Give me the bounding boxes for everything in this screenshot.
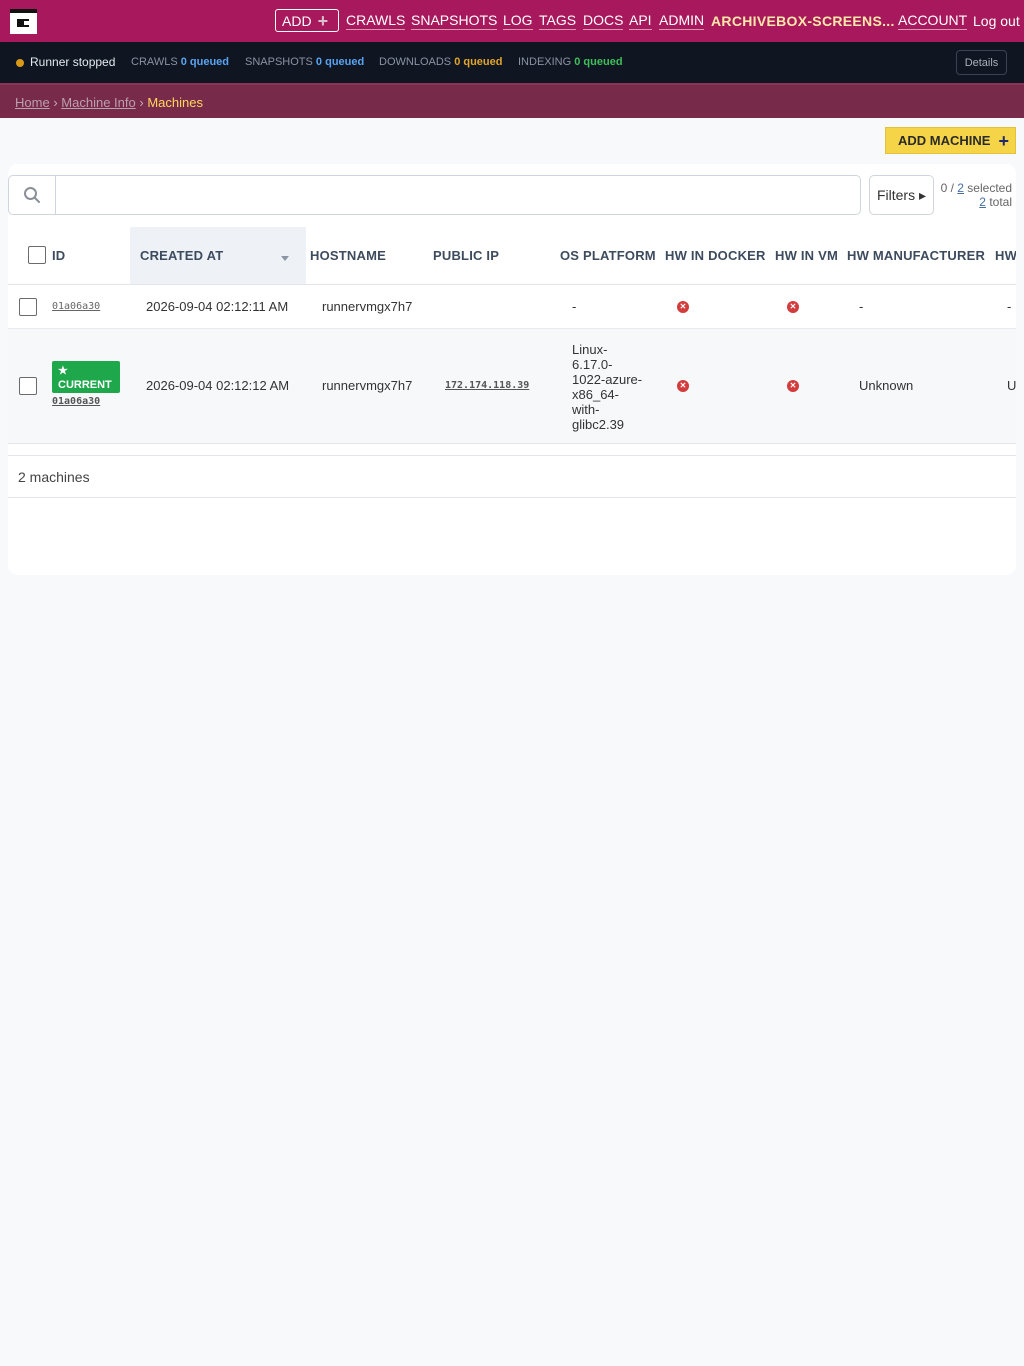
selected-count-link[interactable]: 2 bbox=[957, 181, 964, 195]
row-checkbox[interactable] bbox=[19, 377, 37, 395]
selection-info: 0 / 2 selected 2 total bbox=[940, 181, 1012, 209]
created-at: 2026-09-04 02:12:11 AM bbox=[146, 299, 289, 314]
snapshots-status: SNAPSHOTS 0 queued bbox=[245, 56, 365, 68]
breadcrumb-separator: › bbox=[139, 95, 144, 110]
column-header-hw[interactable]: HW bbox=[995, 248, 1016, 263]
hw-manufacturer: - bbox=[859, 299, 864, 314]
plus-icon: + bbox=[998, 130, 1009, 151]
nav-account[interactable]: ACCOUNT bbox=[898, 12, 968, 30]
public-ip-link[interactable]: 172.174.118.39 bbox=[445, 380, 529, 391]
nav-admin[interactable]: ADMIN bbox=[659, 12, 705, 30]
column-header-os-platform[interactable]: OS PLATFORM bbox=[560, 248, 656, 263]
nav-docs[interactable]: DOCS bbox=[583, 12, 624, 30]
created-at: 2026-09-04 02:12:12 AM bbox=[146, 378, 290, 393]
false-icon: ✕ bbox=[677, 301, 689, 313]
hw-extra: U bbox=[1007, 378, 1017, 393]
add-label: ADD bbox=[282, 12, 312, 29]
hostname: runnervmgx7h7 bbox=[322, 299, 413, 314]
hw-manufacturer: Unknown bbox=[859, 378, 914, 393]
nav-api[interactable]: API bbox=[629, 12, 652, 30]
column-header-id[interactable]: ID bbox=[52, 248, 65, 263]
breadcrumb-home[interactable]: Home bbox=[15, 95, 50, 110]
crawls-status: CRAWLS 0 queued bbox=[131, 56, 230, 68]
total-count-link[interactable]: 2 bbox=[979, 195, 986, 209]
downloads-status: DOWNLOADS 0 queued bbox=[379, 56, 503, 68]
result-count: 2 machines bbox=[18, 469, 90, 485]
runner-status-dot bbox=[16, 59, 24, 67]
indexing-status: INDEXING 0 queued bbox=[518, 56, 623, 68]
false-icon: ✕ bbox=[787, 380, 799, 392]
machine-id-link[interactable]: 01a06a30 bbox=[52, 396, 100, 407]
row-checkbox[interactable] bbox=[19, 298, 37, 316]
results-footer: 2 machines bbox=[8, 455, 1016, 498]
column-header-created-at[interactable]: CREATED AT bbox=[140, 248, 223, 263]
breadcrumb-current: Machines bbox=[147, 95, 203, 110]
search-icon[interactable] bbox=[9, 176, 56, 214]
column-header-hw-manufacturer[interactable]: HW MANUFACTURER bbox=[847, 248, 985, 263]
current-badge: ★ CURRENT bbox=[52, 361, 120, 393]
current-badge-label: CURRENT bbox=[58, 379, 112, 391]
column-header-hostname[interactable]: HOSTNAME bbox=[310, 248, 386, 263]
nav-crawls[interactable]: CRAWLS bbox=[346, 12, 406, 30]
runner-status: Runner stopped bbox=[30, 55, 116, 69]
search-bar[interactable] bbox=[8, 175, 861, 215]
hostname: runnervmgx7h7 bbox=[322, 378, 413, 393]
archivebox-logo[interactable] bbox=[10, 9, 37, 34]
os-platform: Linux- 6.17.0- 1022-azure- x86_64- with-… bbox=[572, 342, 643, 432]
breadcrumb-machine-info[interactable]: Machine Info bbox=[61, 95, 135, 110]
column-header-hw-in-docker[interactable]: HW IN DOCKER bbox=[665, 248, 766, 263]
select-all-checkbox[interactable] bbox=[28, 246, 46, 264]
sort-descending-icon[interactable] bbox=[281, 256, 289, 261]
false-icon: ✕ bbox=[677, 380, 689, 392]
nav-tags[interactable]: TAGS bbox=[539, 12, 577, 30]
details-button[interactable]: Details bbox=[956, 50, 1007, 75]
breadcrumb-separator: › bbox=[53, 95, 58, 110]
add-button[interactable]: ADD + bbox=[275, 9, 339, 32]
logout-link[interactable]: Log out bbox=[973, 13, 1020, 29]
false-icon: ✕ bbox=[787, 301, 799, 313]
hw-extra: - bbox=[1007, 299, 1012, 314]
breadcrumb: Home › Machine Info › Machines bbox=[0, 83, 1024, 118]
filters-button[interactable]: Filters ▸ bbox=[869, 175, 934, 215]
nav-snapshots[interactable]: SNAPSHOTS bbox=[411, 12, 498, 30]
star-icon: ★ bbox=[58, 365, 68, 377]
os-platform: - bbox=[572, 299, 577, 314]
plus-icon: + bbox=[317, 10, 329, 31]
add-machine-label: ADD MACHINE bbox=[898, 133, 991, 148]
column-header-public-ip[interactable]: PUBLIC IP bbox=[433, 248, 499, 263]
nav-log[interactable]: LOG bbox=[503, 12, 533, 30]
nav-user[interactable]: ARCHIVEBOX-SCREENS... bbox=[711, 13, 895, 30]
machine-id-link[interactable]: 01a06a30 bbox=[52, 301, 100, 312]
column-header-hw-in-vm[interactable]: HW IN VM bbox=[775, 248, 838, 263]
add-machine-button[interactable]: ADD MACHINE + bbox=[885, 127, 1016, 154]
